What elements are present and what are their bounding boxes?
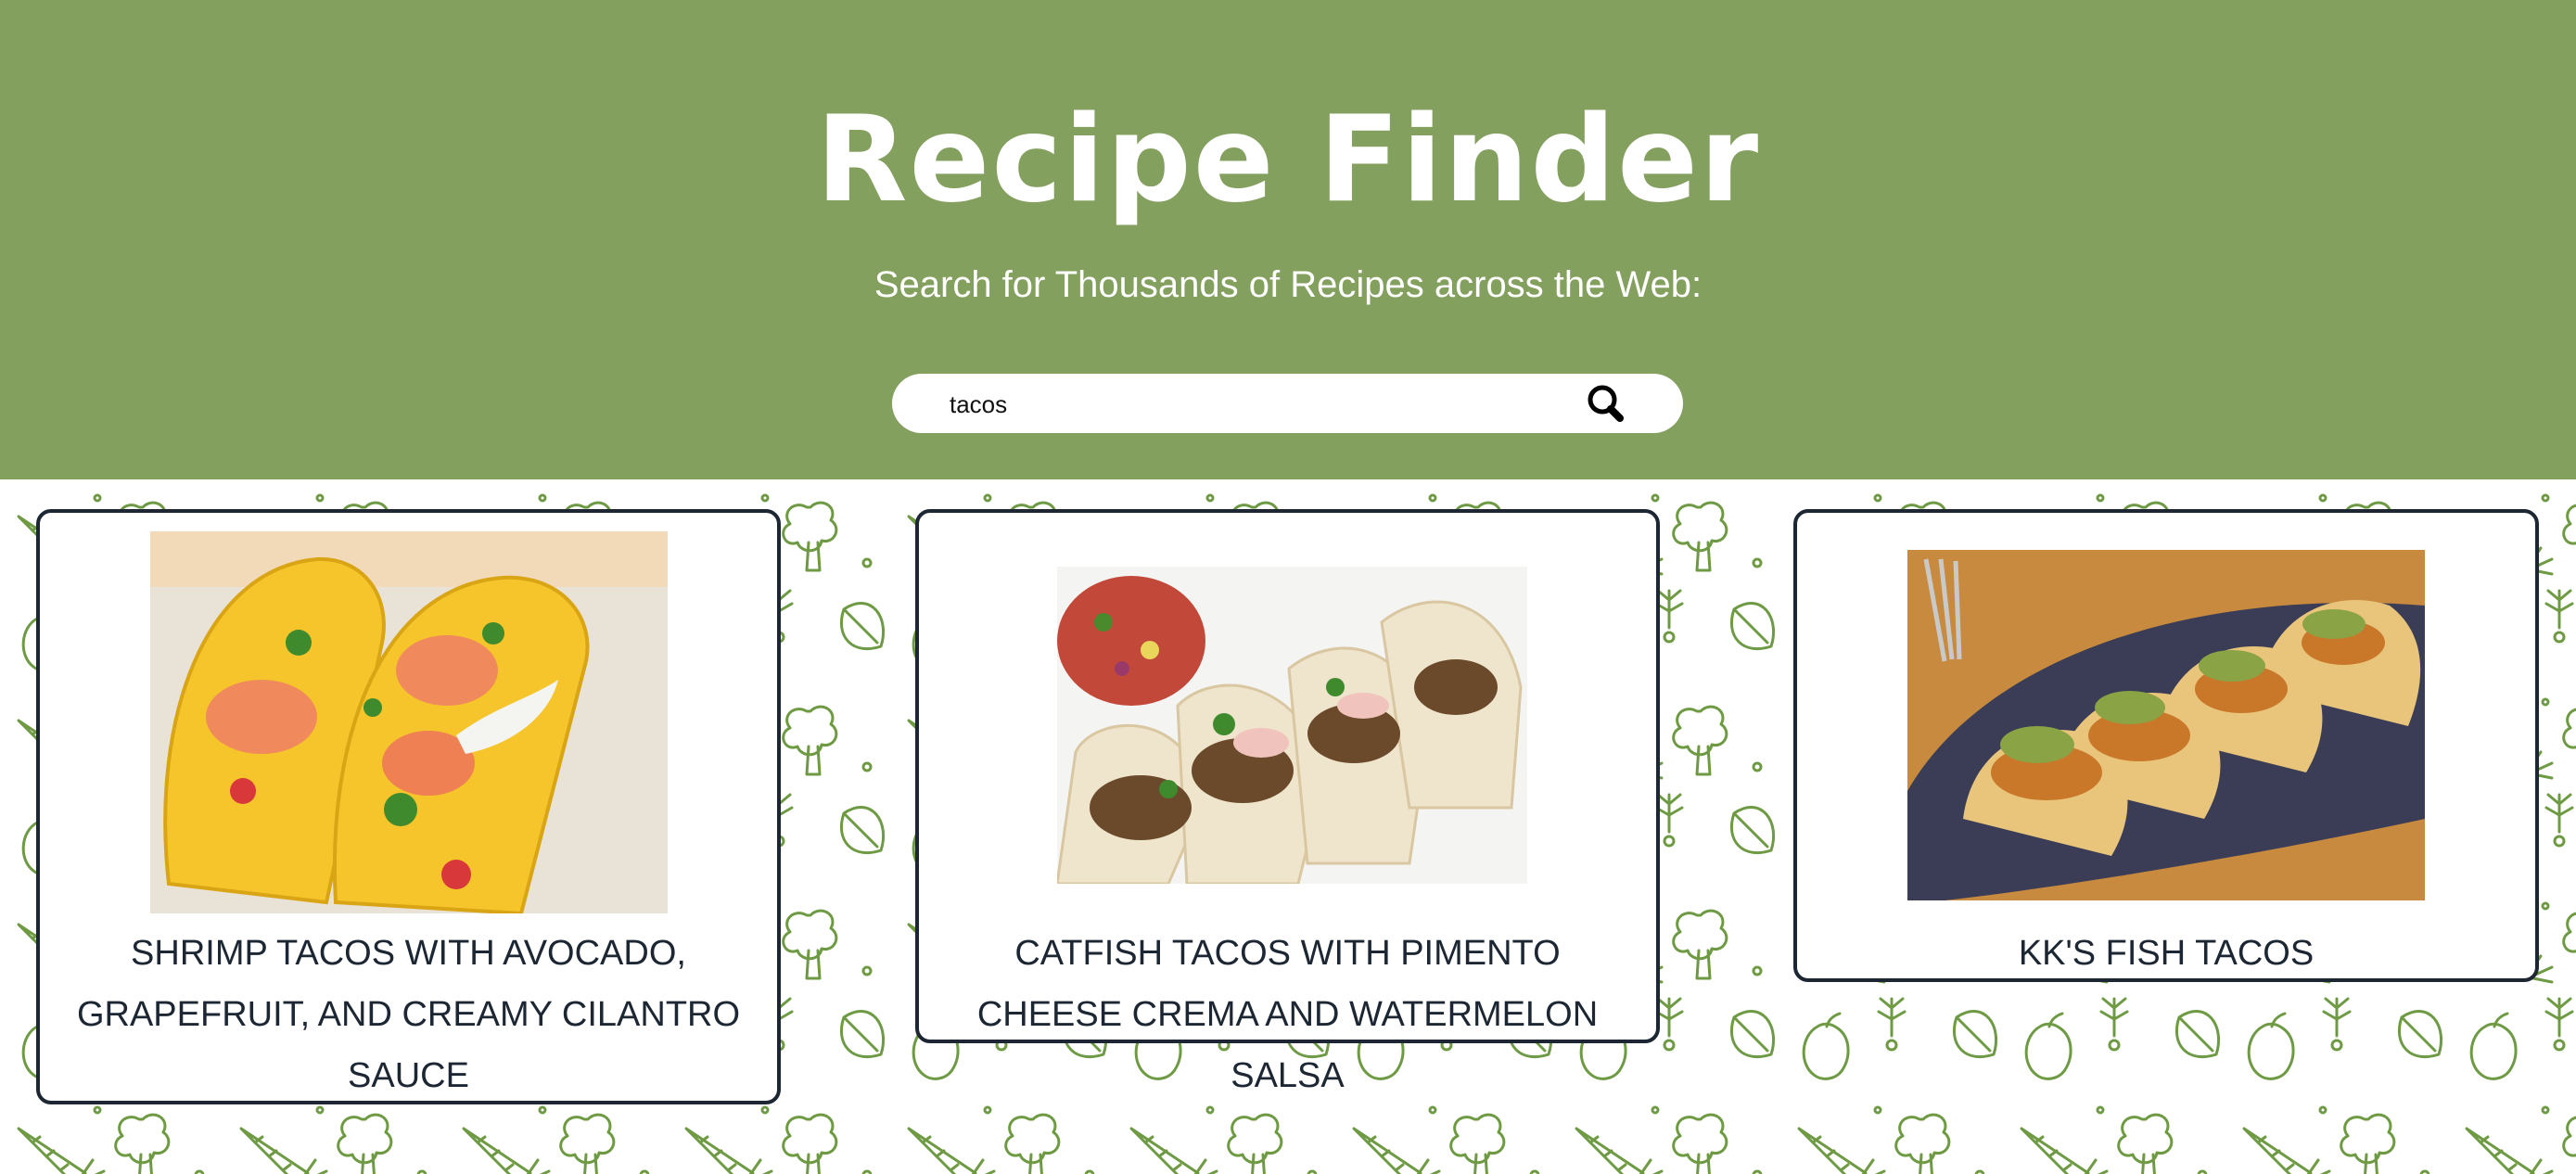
- recipe-title[interactable]: KK'S FISH TACOS: [1816, 923, 2517, 984]
- page-title: Recipe Finder: [815, 91, 1761, 229]
- recipe-image[interactable]: [1057, 567, 1527, 884]
- header: Recipe Finder Search for Thousands of Re…: [0, 0, 2576, 479]
- search-button[interactable]: [1580, 379, 1636, 427]
- vegetable-pattern-background: SHRIMP TACOS WITH AVOCADO, GRAPEFRUIT, A…: [0, 479, 2576, 1174]
- recipe-title[interactable]: SHRIMP TACOS WITH AVOCADO, GRAPEFRUIT, A…: [58, 923, 759, 1106]
- recipe-image[interactable]: [1907, 550, 2425, 900]
- search-input[interactable]: [948, 381, 1545, 427]
- catfish-tacos-photo: [1057, 567, 1527, 884]
- recipe-card[interactable]: SHRIMP TACOS WITH AVOCADO, GRAPEFRUIT, A…: [36, 509, 781, 1104]
- shrimp-tacos-photo: [150, 531, 668, 913]
- search-bar: [892, 374, 1683, 433]
- fish-tacos-photo: [1907, 550, 2425, 900]
- page-subtitle: Search for Thousands of Recipes across t…: [874, 264, 1702, 305]
- recipe-title[interactable]: CATFISH TACOS WITH PIMENTO CHEESE CREMA …: [937, 923, 1638, 1106]
- recipe-image[interactable]: [150, 531, 668, 913]
- recipe-card[interactable]: CATFISH TACOS WITH PIMENTO CHEESE CREMA …: [915, 509, 1660, 1095]
- recipe-card[interactable]: KK'S FISH TACOS: [1793, 509, 2539, 982]
- search-icon: [1588, 385, 1624, 422]
